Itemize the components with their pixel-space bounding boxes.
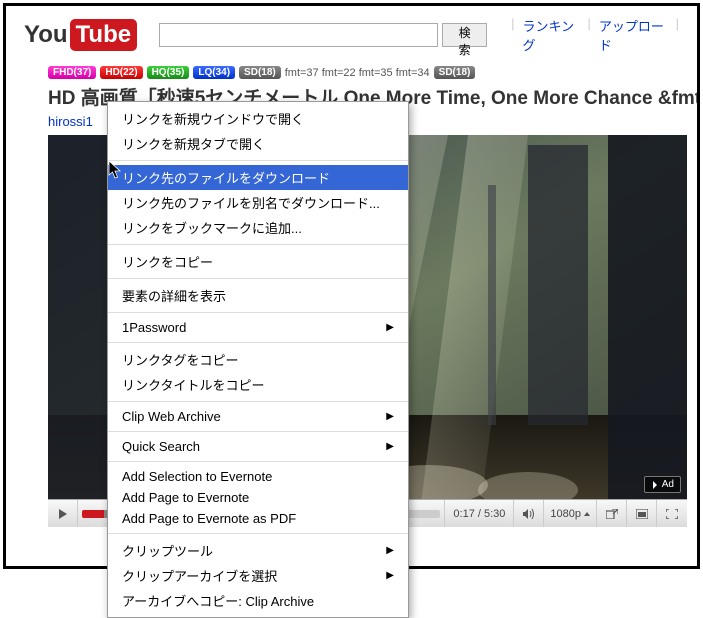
context-menu-item[interactable]: リンクを新規ウインドウで開く [108, 106, 408, 131]
context-menu-separator [108, 342, 408, 343]
context-menu-separator [108, 401, 408, 402]
badge-sd[interactable]: SD(18) [239, 66, 281, 79]
context-menu-item-label: 要素の詳細を表示 [122, 286, 226, 305]
context-menu-item-label: リンクを新規ウインドウで開く [122, 109, 304, 128]
play-button[interactable] [48, 500, 78, 527]
context-menu-separator [108, 160, 408, 161]
uploader-link[interactable]: hirossi1 [48, 114, 93, 129]
quality-label: 1080p [550, 508, 581, 520]
context-menu-separator [108, 278, 408, 279]
nav-divider: | [587, 16, 590, 54]
size-button[interactable] [627, 500, 657, 527]
ad-arrow-icon [651, 481, 659, 489]
badge-fhd[interactable]: FHD(37) [48, 66, 96, 79]
nav-ranking[interactable]: ランキング [523, 16, 580, 54]
context-menu-separator [108, 312, 408, 313]
context-menu-item[interactable]: Add Selection to Evernote [108, 466, 408, 487]
submenu-arrow-icon: ▶ [386, 545, 394, 556]
time-display: 0:17 / 5:30 [445, 500, 514, 527]
badge-lq[interactable]: LQ(34) [193, 66, 235, 79]
volume-icon [522, 508, 536, 520]
context-menu-item[interactable]: 1Password ▶ [108, 317, 408, 338]
play-icon [57, 508, 69, 520]
popout-icon [606, 509, 618, 519]
context-menu-item[interactable]: リンクタグをコピー [108, 347, 408, 372]
size-icon [636, 509, 648, 519]
context-menu-item-label: Clip Web Archive [122, 409, 221, 424]
context-menu-item[interactable]: アーカイブへコピー: Clip Archive [108, 588, 408, 613]
context-menu-item-label: 1Password [122, 320, 186, 335]
logo-you-text: You [24, 21, 68, 49]
nav-divider: | [511, 16, 514, 54]
context-menu-item-label: クリップアーカイブを選択 [122, 566, 277, 585]
context-menu-item-label: Add Page to Evernote as PDF [122, 511, 296, 526]
context-menu-item[interactable]: Clip Web Archive ▶ [108, 406, 408, 427]
context-menu-item-label: アーカイブへコピー: Clip Archive [122, 591, 314, 610]
context-menu-item[interactable]: Add Page to Evernote as PDF [108, 508, 408, 529]
search-input[interactable] [159, 23, 438, 47]
volume-button[interactable] [514, 500, 544, 527]
context-menu-item[interactable]: リンク先のファイルを別名でダウンロード... [108, 190, 408, 215]
context-menu-separator [108, 533, 408, 534]
nav-upload[interactable]: アップロード [599, 16, 668, 54]
submenu-arrow-icon: ▶ [386, 441, 394, 452]
submenu-arrow-icon: ▶ [386, 411, 394, 422]
context-menu-item[interactable]: クリップアーカイブを選択▶ [108, 563, 408, 588]
logo-tube-text: Tube [70, 19, 138, 51]
context-menu-item[interactable]: リンクタイトルをコピー [108, 372, 408, 397]
context-menu-item[interactable]: Add Page to Evernote [108, 487, 408, 508]
badge-hq[interactable]: HQ(35) [147, 66, 190, 79]
quality-selector[interactable]: 1080p [544, 500, 597, 527]
context-menu-item-label: リンクをブックマークに追加... [122, 218, 302, 237]
context-menu-item[interactable]: Quick Search ▶ [108, 436, 408, 457]
context-menu-separator [108, 431, 408, 432]
context-menu: リンクを新規ウインドウで開くリンクを新規タブで開くリンク先のファイルをダウンロー… [107, 101, 409, 618]
nav-divider: | [676, 16, 679, 54]
context-menu-item-label: Add Page to Evernote [122, 490, 249, 505]
context-menu-item[interactable]: リンクを新規タブで開く [108, 131, 408, 156]
ad-label: Ad [662, 479, 674, 490]
badge-hd[interactable]: HD(22) [100, 66, 142, 79]
context-menu-item[interactable]: リンク先のファイルをダウンロード [108, 165, 408, 190]
context-menu-item[interactable]: クリップツール ▶ [108, 538, 408, 563]
format-badges: FHD(37) HD(22) HQ(35) LQ(34) SD(18) fmt=… [6, 64, 697, 79]
context-menu-item-label: Add Selection to Evernote [122, 469, 272, 484]
fullscreen-button[interactable] [657, 500, 687, 527]
context-menu-item[interactable]: リンクをブックマークに追加... [108, 215, 408, 240]
popout-button[interactable] [597, 500, 627, 527]
fullscreen-icon [666, 509, 678, 519]
context-menu-item-label: クリップツール [122, 541, 213, 560]
badge-sd-2[interactable]: SD(18) [434, 66, 476, 79]
context-menu-item[interactable]: リンクをコピー [108, 249, 408, 274]
context-menu-item-label: リンクを新規タブで開く [122, 134, 265, 153]
chevron-up-icon [584, 512, 590, 516]
context-menu-separator [108, 244, 408, 245]
context-menu-item-label: リンクをコピー [122, 252, 213, 271]
youtube-logo[interactable]: You Tube [24, 19, 137, 51]
context-menu-item[interactable]: 要素の詳細を表示 [108, 283, 408, 308]
context-menu-item-label: リンク先のファイルを別名でダウンロード... [122, 193, 380, 212]
search-button[interactable]: 検索 [442, 23, 487, 47]
context-menu-separator [108, 461, 408, 462]
fmt-text: fmt=37 fmt=22 fmt=35 fmt=34 [285, 67, 430, 79]
ad-badge[interactable]: Ad [644, 476, 681, 493]
context-menu-item-label: リンク先のファイルをダウンロード [122, 168, 330, 187]
context-menu-item-label: リンクタイトルをコピー [122, 375, 264, 394]
submenu-arrow-icon: ▶ [386, 322, 394, 333]
context-menu-item-label: Quick Search [122, 439, 200, 454]
context-menu-item-label: リンクタグをコピー [122, 350, 238, 369]
